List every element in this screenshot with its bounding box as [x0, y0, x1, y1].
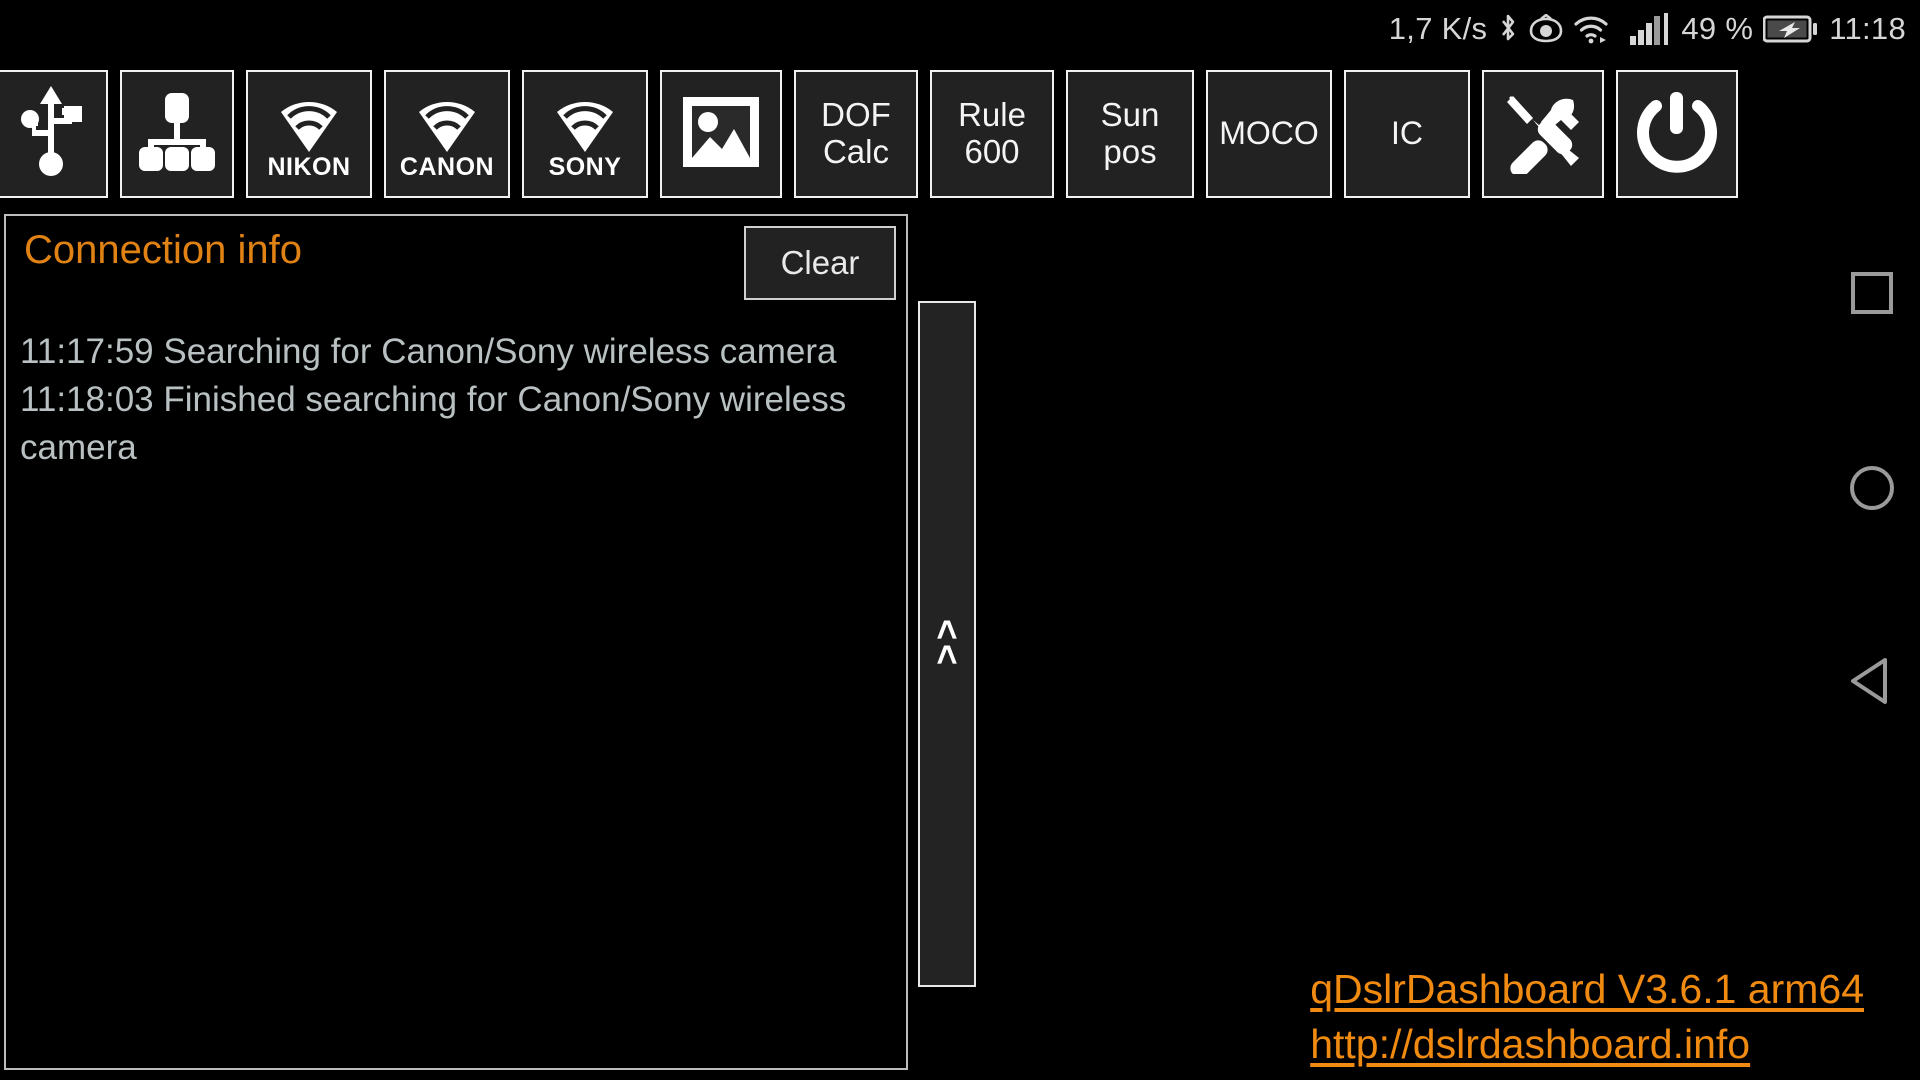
wifi-icon [543, 90, 627, 157]
usb-icon [14, 84, 88, 185]
toolbar-button-dof-calc[interactable]: DOF Calc [794, 70, 918, 198]
toolbar-button-moco[interactable]: MOCO [1206, 70, 1332, 198]
image-icon [679, 93, 763, 176]
toolbar-button-label: IC [1391, 115, 1423, 152]
eye-icon [1529, 14, 1563, 44]
toolbar-button-label: NIKON [267, 153, 351, 181]
battery-percent-text: 49 % [1681, 11, 1754, 46]
toolbar-button-label: MOCO [1219, 115, 1319, 152]
recents-button[interactable] [1824, 245, 1920, 341]
toolbar-button-nikon-wifi-connect[interactable]: NIKON [246, 70, 372, 198]
footer-links: qDslrDashboard V3.6.1 arm64 http://dslrd… [1310, 962, 1864, 1072]
connection-info-header: Connection info Clear [6, 216, 906, 306]
battery-charging-icon [1763, 13, 1819, 45]
toolbar-button-label: SONY [548, 153, 622, 181]
toolbar-button-power[interactable] [1616, 70, 1738, 198]
home-button[interactable] [1824, 440, 1920, 536]
toolbar-button-label: CANON [399, 153, 495, 181]
chevron-left-double-icon: << [926, 618, 968, 670]
toolbar-button-label: DOF Calc [821, 96, 891, 170]
back-button[interactable] [1824, 635, 1920, 731]
log-entry: 11:17:59 Searching for Canon/Sony wirele… [20, 332, 837, 371]
back-triangle-icon [1847, 655, 1897, 712]
main-toolbar: NIKON CANON SONY DOF Calc Rule 600 Sun p… [0, 70, 1738, 198]
toolbar-button-rule-600[interactable]: Rule 600 [930, 70, 1054, 198]
connection-info-panel: Connection info Clear 11:17:59 Searching… [4, 214, 908, 1070]
toolbar-button-canon-wifi-connect[interactable]: CANON [384, 70, 510, 198]
wifi-icon [267, 90, 351, 157]
toolbar-button-label: Sun pos [1100, 96, 1160, 170]
toolbar-button-ic[interactable]: IC [1344, 70, 1470, 198]
bluetooth-icon [1497, 12, 1519, 46]
website-link[interactable]: http://dslrdashboard.info [1310, 1017, 1864, 1072]
wifi-icon [1573, 14, 1609, 44]
toolbar-button-settings-tools[interactable] [1482, 70, 1604, 198]
android-navigation-bar [1824, 0, 1920, 1080]
toolbar-button-sony-wifi-connect[interactable]: SONY [522, 70, 648, 198]
toolbar-button-label: Rule 600 [958, 96, 1026, 170]
network-speed-text: 1,7 K/s [1388, 11, 1488, 46]
panel-collapse-splitter[interactable]: << [918, 301, 976, 987]
network-hub-icon [134, 89, 220, 180]
app-root: 1,7 K/s 49 % 11:18 NIKON CANON SONY DOF … [0, 0, 1920, 1080]
clear-button[interactable]: Clear [744, 226, 896, 300]
app-version-link[interactable]: qDslrDashboard V3.6.1 arm64 [1310, 962, 1864, 1017]
log-entry: 11:18:03 Finished searching for Canon/So… [20, 380, 847, 467]
toolbar-button-usb-connect[interactable] [0, 70, 108, 198]
toolbar-button-gallery[interactable] [660, 70, 782, 198]
tools-icon [1501, 90, 1585, 179]
status-bar: 1,7 K/s 49 % 11:18 [0, 0, 1920, 58]
power-icon [1636, 90, 1718, 179]
wifi-icon [405, 90, 489, 157]
signal-bars-icon [1629, 13, 1671, 45]
clear-button-label: Clear [780, 244, 860, 281]
home-circle-icon [1850, 466, 1894, 510]
toolbar-button-sun-pos[interactable]: Sun pos [1066, 70, 1194, 198]
connection-log-list[interactable]: 11:17:59 Searching for Canon/Sony wirele… [6, 328, 906, 1068]
recents-square-icon [1851, 272, 1893, 314]
toolbar-button-network-connect[interactable] [120, 70, 234, 198]
page-title: Connection info [24, 228, 302, 272]
